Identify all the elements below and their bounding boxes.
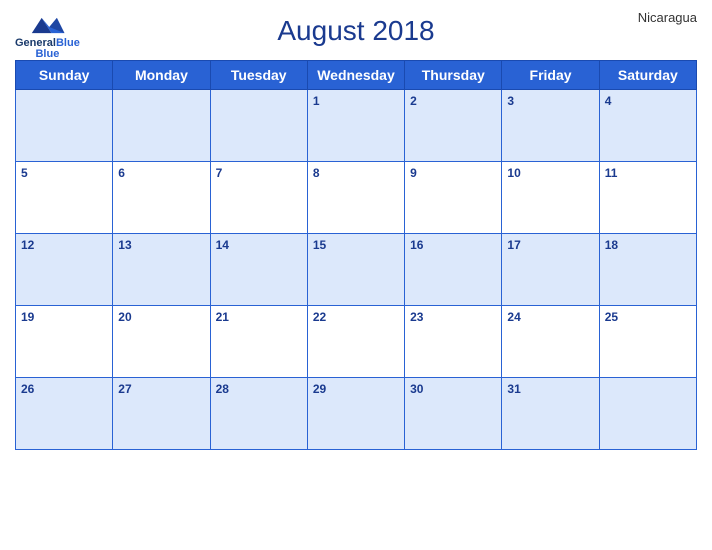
day-number: 2 [410,94,417,108]
day-number: 8 [313,166,320,180]
logo-blue-text2: Blue [35,49,59,60]
day-number: 22 [313,310,326,324]
day-number: 25 [605,310,618,324]
calendar-table: Sunday Monday Tuesday Wednesday Thursday… [15,60,697,450]
day-number: 30 [410,382,423,396]
day-number: 28 [216,382,229,396]
calendar-header: General Blue Blue August 2018 Nicaragua [15,10,697,52]
day-number: 3 [507,94,514,108]
calendar-cell[interactable] [599,378,696,450]
calendar-cell[interactable]: 10 [502,162,599,234]
day-number: 26 [21,382,34,396]
day-number: 19 [21,310,34,324]
calendar-cell[interactable]: 18 [599,234,696,306]
header-thursday: Thursday [405,61,502,90]
calendar-cell[interactable]: 13 [113,234,210,306]
header-friday: Friday [502,61,599,90]
calendar-cell[interactable] [16,90,113,162]
calendar-cell[interactable]: 7 [210,162,307,234]
day-number: 6 [118,166,125,180]
weekday-header-row: Sunday Monday Tuesday Wednesday Thursday… [16,61,697,90]
day-number: 10 [507,166,520,180]
calendar-week-row: 26 27 28 29 30 31 [16,378,697,450]
calendar-cell[interactable]: 27 [113,378,210,450]
calendar-cell[interactable]: 5 [16,162,113,234]
calendar-cell[interactable]: 29 [307,378,404,450]
calendar-cell[interactable] [113,90,210,162]
day-number: 24 [507,310,520,324]
calendar-cell[interactable]: 25 [599,306,696,378]
calendar-thead: Sunday Monday Tuesday Wednesday Thursday… [16,61,697,90]
day-number: 29 [313,382,326,396]
day-number: 27 [118,382,131,396]
day-number: 18 [605,238,618,252]
calendar-cell[interactable]: 6 [113,162,210,234]
calendar-cell[interactable]: 16 [405,234,502,306]
day-number: 16 [410,238,423,252]
calendar-cell[interactable]: 20 [113,306,210,378]
header-sunday: Sunday [16,61,113,90]
calendar-cell[interactable]: 14 [210,234,307,306]
calendar-cell[interactable]: 21 [210,306,307,378]
calendar-cell[interactable]: 22 [307,306,404,378]
calendar-cell[interactable]: 17 [502,234,599,306]
day-number: 4 [605,94,612,108]
logo: General Blue Blue [15,10,80,60]
calendar-cell[interactable]: 8 [307,162,404,234]
header-wednesday: Wednesday [307,61,404,90]
header-monday: Monday [113,61,210,90]
country-label: Nicaragua [638,10,697,25]
calendar-cell[interactable]: 9 [405,162,502,234]
day-number: 15 [313,238,326,252]
calendar-cell[interactable]: 12 [16,234,113,306]
calendar-week-row: 12 13 14 15 16 17 18 [16,234,697,306]
calendar-cell[interactable]: 2 [405,90,502,162]
calendar-cell[interactable]: 23 [405,306,502,378]
day-number: 13 [118,238,131,252]
logo-blue-text: Blue [56,38,80,49]
calendar-week-row: 19 20 21 22 23 24 25 [16,306,697,378]
header-saturday: Saturday [599,61,696,90]
calendar-cell[interactable]: 15 [307,234,404,306]
calendar-title: August 2018 [277,15,434,47]
calendar-cell[interactable]: 28 [210,378,307,450]
day-number: 14 [216,238,229,252]
calendar-cell[interactable]: 4 [599,90,696,162]
calendar-cell[interactable]: 19 [16,306,113,378]
day-number: 20 [118,310,131,324]
day-number: 11 [605,166,618,180]
logo-icon [28,10,66,38]
day-number: 21 [216,310,229,324]
calendar-cell[interactable]: 31 [502,378,599,450]
day-number: 1 [313,94,320,108]
calendar-week-row: 1 2 3 4 [16,90,697,162]
day-number: 31 [507,382,520,396]
day-number: 9 [410,166,417,180]
calendar-cell[interactable]: 11 [599,162,696,234]
calendar-body: 1234567891011121314151617181920212223242… [16,90,697,450]
day-number: 7 [216,166,223,180]
calendar-cell[interactable]: 30 [405,378,502,450]
day-number: 23 [410,310,423,324]
calendar-week-row: 5 6 7 8 9 10 11 [16,162,697,234]
calendar-cell[interactable]: 1 [307,90,404,162]
calendar-cell[interactable]: 3 [502,90,599,162]
day-number: 5 [21,166,28,180]
calendar-cell[interactable]: 26 [16,378,113,450]
calendar-cell[interactable] [210,90,307,162]
calendar-cell[interactable]: 24 [502,306,599,378]
day-number: 12 [21,238,34,252]
day-number: 17 [507,238,520,252]
calendar-container: General Blue Blue August 2018 Nicaragua … [0,0,712,550]
header-tuesday: Tuesday [210,61,307,90]
